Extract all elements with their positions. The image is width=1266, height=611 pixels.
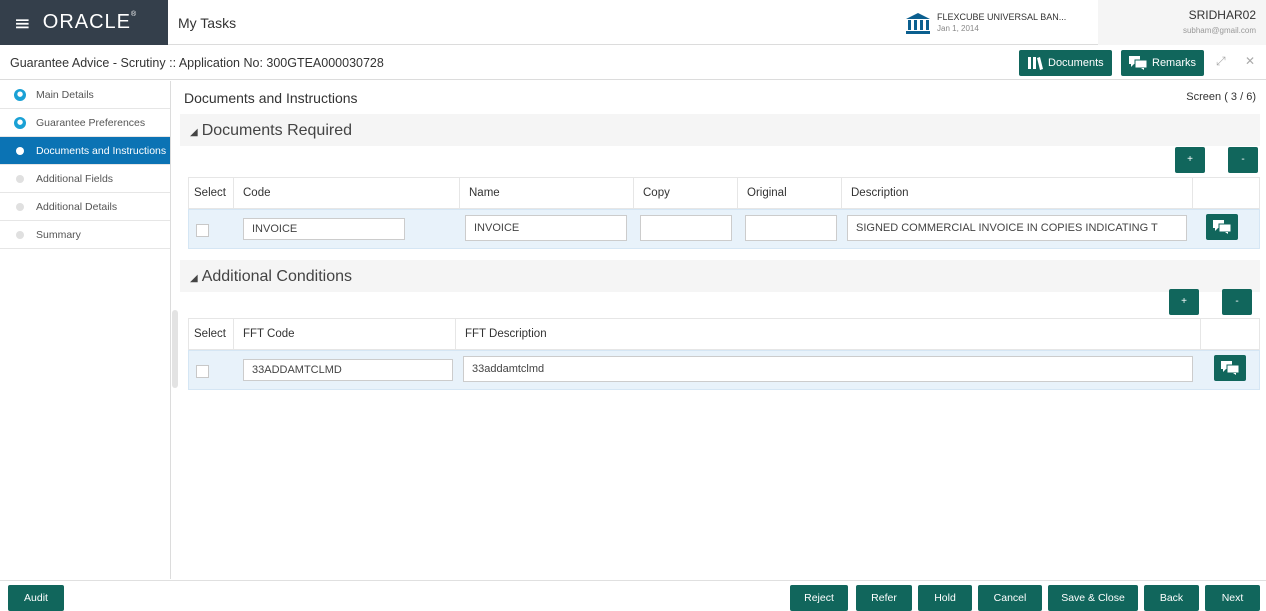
footer-bar: Audit Reject Refer Hold Cancel Save & Cl… (0, 580, 1266, 611)
main-content: Documents and Instructions Screen ( 3 / … (180, 81, 1266, 579)
column-header-fft-code: FFT Code (243, 328, 295, 340)
sidebar-item-label: Main Details (36, 89, 94, 101)
sidebar-item-label: Additional Fields (36, 173, 114, 185)
column-header-code: Code (243, 187, 271, 199)
sidebar-item-label: Additional Details (36, 201, 118, 213)
oracle-logo: ORACLE® (42, 11, 138, 33)
audit-button[interactable]: Audit (8, 585, 64, 611)
conditions-table-header: Select FFT Code FFT Description (188, 318, 1260, 350)
hold-button[interactable]: Hold (918, 585, 972, 611)
column-header-copy: Copy (643, 187, 670, 199)
sidebar-item-label: Guarantee Preferences (36, 117, 146, 129)
step-done-icon: ● (14, 117, 26, 129)
sidebar-item-documents-and-instructions[interactable]: Documents and Instructions (0, 137, 170, 165)
entity-date: Jan 1, 2014 (937, 24, 979, 33)
refer-button[interactable]: Refer (856, 585, 912, 611)
user-email: subham@gmail.com (1182, 26, 1256, 35)
app-title[interactable]: My Tasks (178, 15, 236, 31)
sidebar-item-label: Summary (36, 229, 81, 241)
step-pending-icon (16, 231, 24, 239)
chat-icon (1221, 361, 1239, 375)
entity-selector[interactable]: FLEXCUBE UNIVERSAL BAN... Jan 1, 2014 (905, 7, 1095, 39)
documents-required-header[interactable]: ◢ Documents Required (180, 114, 1260, 146)
hamburger-icon[interactable]: ≡ (14, 13, 31, 33)
remove-document-button[interactable]: - (1228, 147, 1258, 173)
step-current-icon (16, 147, 24, 155)
column-header-description: Description (851, 187, 909, 199)
documents-table-header: Select Code Name Copy Original Descripti… (188, 177, 1260, 209)
row-select-checkbox[interactable] (196, 224, 209, 237)
remarks-button[interactable]: Remarks (1121, 50, 1205, 76)
title-bar: Guarantee Advice - Scrutiny :: Applicati… (0, 46, 1266, 80)
back-button[interactable]: Back (1144, 585, 1199, 611)
additional-conditions-title: Additional Conditions (201, 268, 353, 285)
fft-description-field[interactable]: 33addamtclmd (463, 356, 1193, 382)
add-document-button[interactable]: + (1175, 147, 1205, 173)
minimize-icon[interactable]: ⤢ (1216, 54, 1226, 69)
column-header-select: Select (194, 187, 226, 199)
remove-condition-button[interactable]: - (1222, 289, 1252, 315)
remarks-label: Remarks (1152, 57, 1197, 69)
cancel-button[interactable]: Cancel (978, 585, 1042, 611)
reject-button[interactable]: Reject (790, 585, 848, 611)
sidebar-item-guarantee-preferences[interactable]: ● Guarantee Preferences (0, 109, 170, 137)
documents-icon (1028, 57, 1043, 70)
original-field[interactable] (745, 215, 837, 241)
section-title: Documents and Instructions (184, 90, 358, 106)
code-field[interactable]: INVOICE (243, 218, 405, 240)
top-bar: ≡ ORACLE® My Tasks FLEXCUBE UNIVERSAL BA… (0, 0, 1266, 45)
condition-remarks-button[interactable] (1214, 355, 1246, 381)
user-name: SRIDHAR02 (1188, 8, 1256, 22)
bank-icon (906, 13, 930, 34)
chat-icon (1213, 220, 1231, 234)
sidebar-item-additional-fields[interactable]: Additional Fields (0, 165, 170, 193)
brand-area: ≡ ORACLE® (0, 0, 168, 45)
screen-indicator: Screen ( 3 / 6) (1186, 91, 1256, 103)
column-header-original: Original (747, 187, 787, 199)
column-header-name: Name (469, 187, 500, 199)
collapse-triangle-icon: ◢ (190, 127, 198, 138)
collapse-triangle-icon: ◢ (190, 273, 198, 284)
document-remarks-button[interactable] (1206, 214, 1238, 240)
sidebar: ● Main Details ● Guarantee Preferences D… (0, 81, 171, 579)
close-icon[interactable]: ✕ (1245, 54, 1255, 68)
user-menu[interactable]: SRIDHAR02 subham@gmail.com (1098, 0, 1266, 45)
sidebar-scrollbar[interactable] (172, 310, 178, 388)
entity-name: FLEXCUBE UNIVERSAL BAN... (937, 12, 1067, 22)
remarks-icon (1129, 56, 1147, 70)
sidebar-item-label: Documents and Instructions (36, 145, 167, 157)
column-header-select: Select (194, 328, 226, 340)
step-pending-icon (16, 175, 24, 183)
page-title: Guarantee Advice - Scrutiny :: Applicati… (10, 56, 384, 70)
description-field[interactable]: SIGNED COMMERCIAL INVOICE IN COPIES INDI… (847, 215, 1187, 241)
name-field[interactable]: INVOICE (465, 215, 627, 241)
sidebar-item-additional-details[interactable]: Additional Details (0, 193, 170, 221)
copy-field[interactable] (640, 215, 732, 241)
column-header-fft-description: FFT Description (465, 328, 547, 340)
documents-button[interactable]: Documents (1019, 50, 1112, 76)
table-row: INVOICE INVOICE SIGNED COMMERCIAL INVOIC… (188, 209, 1260, 249)
add-condition-button[interactable]: + (1169, 289, 1199, 315)
next-button[interactable]: Next (1205, 585, 1260, 611)
row-select-checkbox[interactable] (196, 365, 209, 378)
additional-conditions-header[interactable]: ◢ Additional Conditions (180, 260, 1260, 292)
table-row: 33ADDAMTCLMD 33addamtclmd (188, 350, 1260, 390)
step-done-icon: ● (14, 89, 26, 101)
documents-required-title: Documents Required (201, 122, 352, 139)
fft-code-field[interactable]: 33ADDAMTCLMD (243, 359, 453, 381)
sidebar-item-main-details[interactable]: ● Main Details (0, 81, 170, 109)
step-pending-icon (16, 203, 24, 211)
save-close-button[interactable]: Save & Close (1048, 585, 1138, 611)
sidebar-item-summary[interactable]: Summary (0, 221, 170, 249)
documents-label: Documents (1048, 57, 1104, 69)
